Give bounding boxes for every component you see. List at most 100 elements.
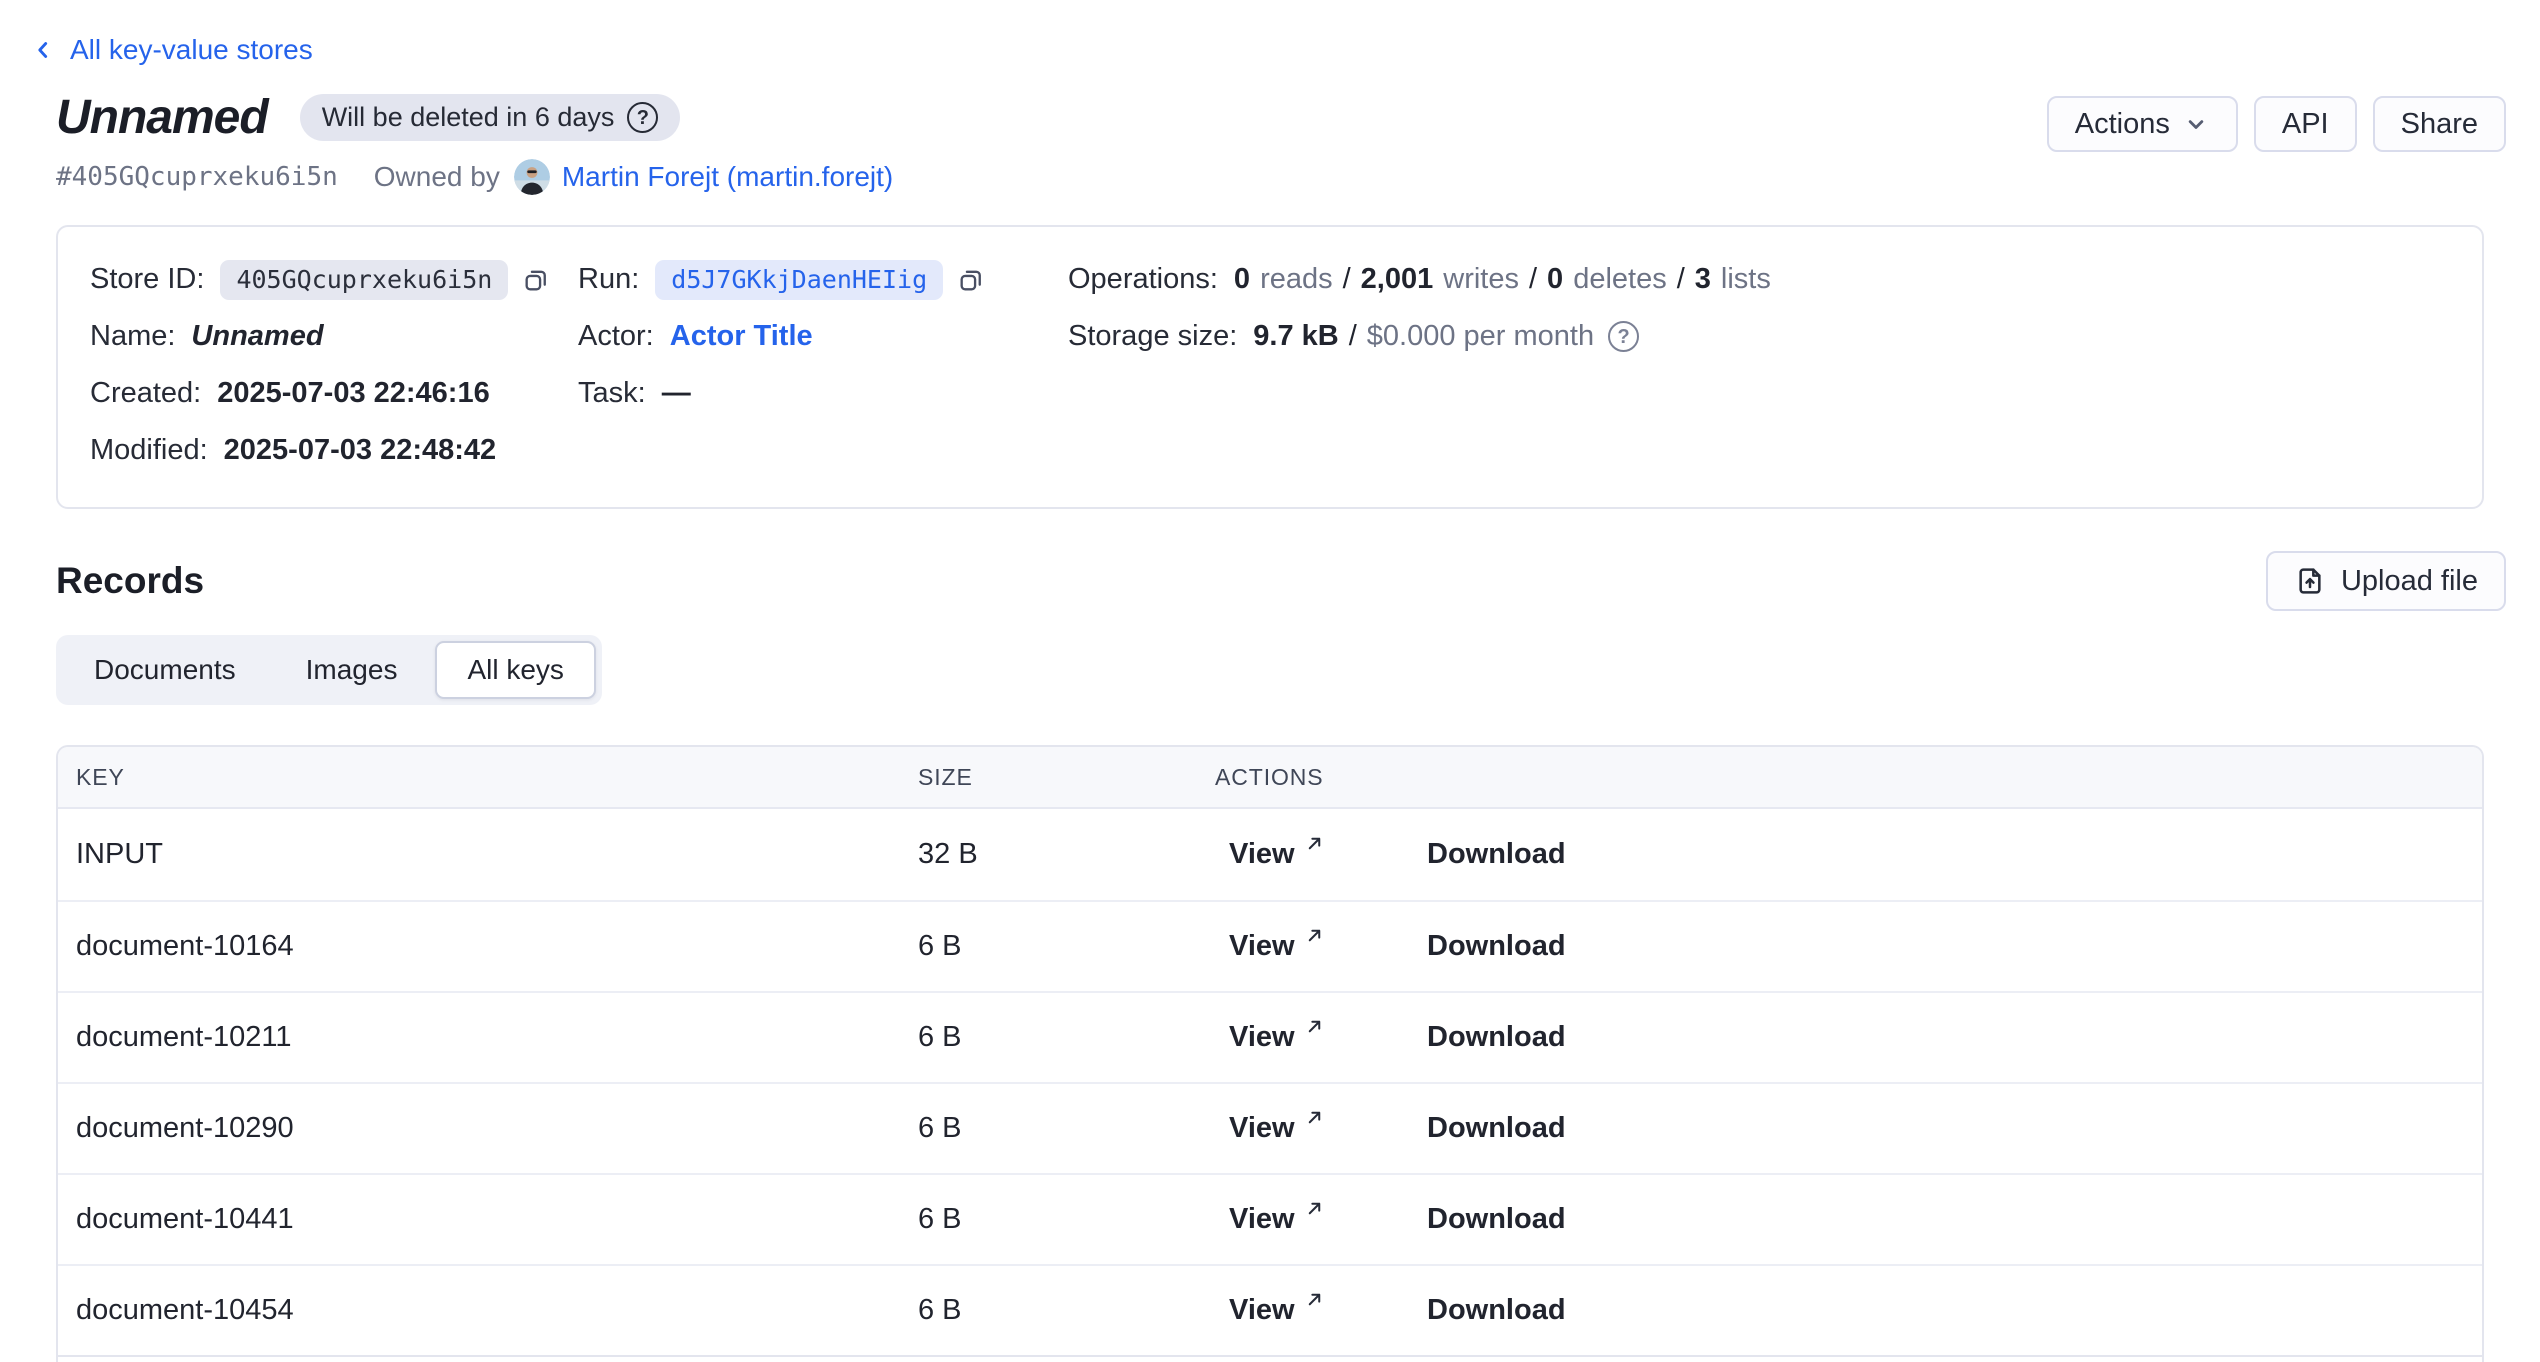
- writes-count: 2,001: [1361, 263, 1434, 296]
- record-key: document-10164: [76, 930, 918, 963]
- run-id-chip[interactable]: d5J7GKkjDaenHEIig: [655, 260, 943, 300]
- records-header: Records Upload file: [56, 551, 2506, 611]
- created-value: 2025-07-03 22:46:16: [217, 377, 489, 410]
- record-key: document-10454: [76, 1294, 918, 1327]
- chevron-down-icon: [2182, 110, 2210, 138]
- deletion-badge: Will be deleted in 6 days ?: [300, 94, 681, 141]
- record-size: 6 B: [918, 1294, 1215, 1327]
- actor-link[interactable]: Actor Title: [670, 320, 813, 353]
- modified-label: Modified:: [90, 434, 208, 467]
- record-size: 6 B: [918, 1021, 1215, 1054]
- download-link[interactable]: Download: [1427, 1112, 1566, 1145]
- records-title: Records: [56, 560, 204, 602]
- view-link[interactable]: View: [1229, 930, 1427, 963]
- view-link[interactable]: View: [1229, 1021, 1427, 1054]
- records-table: KEY SIZE ACTIONS INPUT 32 B View Downloa…: [56, 745, 2484, 1362]
- tab-images[interactable]: Images: [274, 641, 430, 699]
- external-link-icon: [1305, 1290, 1324, 1309]
- table-row: INPUT 32 B View Download: [58, 809, 2482, 900]
- download-link[interactable]: Download: [1427, 1203, 1566, 1236]
- actor-label: Actor:: [578, 320, 654, 353]
- copy-store-id-icon[interactable]: [522, 266, 550, 294]
- page-header: Unnamed Will be deleted in 6 days ? #405…: [56, 90, 2506, 195]
- download-link[interactable]: Download: [1427, 1021, 1566, 1054]
- external-link-icon: [1305, 1017, 1324, 1036]
- name-row: Name: Unnamed: [90, 308, 578, 365]
- lists-unit: lists: [1721, 263, 1771, 296]
- record-size: 6 B: [918, 1112, 1215, 1145]
- download-link[interactable]: Download: [1427, 930, 1566, 963]
- actor-row: Actor: Actor Title: [578, 308, 1068, 365]
- records-tabs: Documents Images All keys: [56, 635, 602, 705]
- task-value: —: [662, 377, 691, 410]
- download-link[interactable]: Download: [1427, 1294, 1566, 1327]
- actions-button[interactable]: Actions: [2047, 96, 2238, 152]
- view-link[interactable]: View: [1229, 1112, 1427, 1145]
- page-title: Unnamed: [56, 90, 268, 145]
- download-link[interactable]: Download: [1427, 838, 1566, 871]
- store-info-card: Store ID: 405GQcuprxeku6i5n Name: Unname…: [56, 225, 2484, 509]
- store-hash: #405GQcuprxeku6i5n: [56, 162, 338, 192]
- created-row: Created: 2025-07-03 22:46:16: [90, 365, 578, 422]
- storage-row: Storage size: 9.7 kB / $0.000 per month …: [1068, 308, 2450, 365]
- view-link[interactable]: View: [1229, 1294, 1427, 1327]
- external-link-icon: [1305, 926, 1324, 945]
- run-row: Run: d5J7GKkjDaenHEIig: [578, 251, 1068, 308]
- deletes-count: 0: [1547, 263, 1563, 296]
- name-label: Name:: [90, 320, 175, 353]
- external-link-icon: [1305, 1108, 1324, 1127]
- chevron-left-icon: [30, 37, 56, 63]
- operations-row: Operations: 0 reads / 2,001 writes / 0 d…: [1068, 251, 2450, 308]
- breadcrumb-all-stores[interactable]: All key-value stores: [30, 34, 313, 66]
- owner-link[interactable]: Martin Forejt (martin.forejt): [562, 161, 893, 193]
- deletes-unit: deletes: [1573, 263, 1667, 296]
- api-button[interactable]: API: [2254, 96, 2357, 152]
- tab-all-keys[interactable]: All keys: [435, 641, 595, 699]
- share-button[interactable]: Share: [2373, 96, 2506, 152]
- external-link-icon: [1305, 1199, 1324, 1218]
- record-key: document-10290: [76, 1112, 918, 1145]
- reads-count: 0: [1234, 263, 1250, 296]
- reads-unit: reads: [1260, 263, 1333, 296]
- store-id-row: Store ID: 405GQcuprxeku6i5n: [90, 251, 578, 308]
- storage-size: 9.7 kB: [1253, 320, 1338, 353]
- record-key: document-10211: [76, 1021, 918, 1054]
- tab-documents[interactable]: Documents: [62, 641, 268, 699]
- table-row: document-10441 6 B View Download: [58, 1173, 2482, 1264]
- column-header-key: KEY: [76, 764, 918, 791]
- record-size: 6 B: [918, 1203, 1215, 1236]
- table-row: document-10211 6 B View Download: [58, 991, 2482, 1082]
- operations-label: Operations:: [1068, 263, 1218, 296]
- storage-label: Storage size:: [1068, 320, 1237, 353]
- task-row: Task: —: [578, 365, 1068, 422]
- owned-by-label: Owned by: [374, 161, 500, 193]
- record-key: INPUT: [76, 838, 918, 871]
- help-icon[interactable]: ?: [627, 102, 658, 133]
- storage-help-icon[interactable]: ?: [1608, 321, 1639, 352]
- table-header-row: KEY SIZE ACTIONS: [58, 747, 2482, 809]
- store-id-label: Store ID:: [90, 263, 204, 296]
- copy-run-id-icon[interactable]: [957, 266, 985, 294]
- external-link-icon: [1305, 834, 1324, 853]
- run-label: Run:: [578, 263, 639, 296]
- modified-row: Modified: 2025-07-03 22:48:42: [90, 422, 578, 479]
- storage-cost: $0.000 per month: [1367, 320, 1594, 353]
- view-link[interactable]: View: [1229, 1203, 1427, 1236]
- task-label: Task:: [578, 377, 646, 410]
- deletion-badge-label: Will be deleted in 6 days: [322, 102, 615, 133]
- avatar: [514, 159, 550, 195]
- created-label: Created:: [90, 377, 201, 410]
- upload-file-icon: [2294, 565, 2326, 597]
- modified-value: 2025-07-03 22:48:42: [224, 434, 496, 467]
- record-size: 32 B: [918, 838, 1215, 871]
- lists-count: 3: [1695, 263, 1711, 296]
- store-id-chip: 405GQcuprxeku6i5n: [220, 260, 508, 300]
- upload-file-button[interactable]: Upload file: [2266, 551, 2506, 611]
- column-header-size: SIZE: [918, 764, 1215, 791]
- table-row: document-10164 6 B View Download: [58, 900, 2482, 991]
- record-size: 6 B: [918, 930, 1215, 963]
- breadcrumb-label: All key-value stores: [70, 34, 313, 66]
- view-link[interactable]: View: [1229, 838, 1427, 871]
- writes-unit: writes: [1443, 263, 1519, 296]
- column-header-actions: ACTIONS: [1215, 764, 1427, 791]
